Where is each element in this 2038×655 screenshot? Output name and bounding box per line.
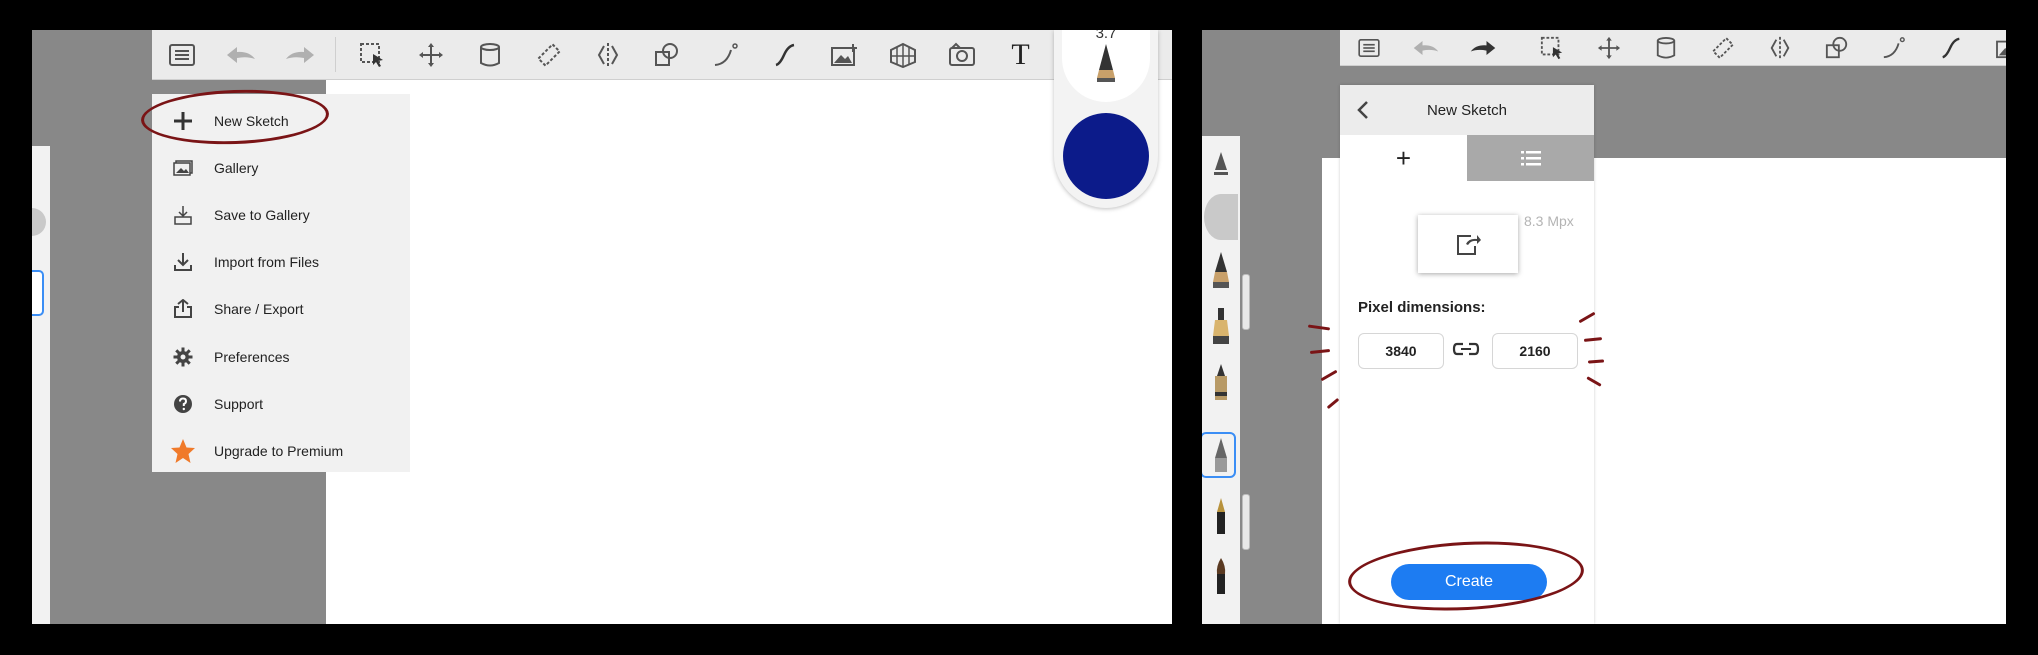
image-icon[interactable] — [814, 30, 873, 80]
brush-preview[interactable]: 3.7 — [1062, 30, 1150, 102]
stroke-icon[interactable] — [1865, 30, 1922, 66]
selection-icon[interactable] — [1523, 30, 1580, 66]
slider-handle[interactable] — [1242, 494, 1250, 550]
brush-size-label: 3.7 — [1095, 30, 1117, 42]
new-sketch-dialog: New Sketch + 8.3 Mpx Pixel dimensions: C… — [1340, 85, 1594, 624]
brush-icon — [1214, 152, 1228, 175]
brush-sidebar — [1202, 136, 1240, 624]
left-screenshot: T New Sketch Gallery Save to Gallery Imp… — [32, 30, 1172, 624]
create-button[interactable]: Create — [1391, 564, 1547, 600]
menu-item-label: Import from Files — [214, 254, 320, 271]
menu-list-icon[interactable] — [152, 30, 211, 80]
dialog-tabs: + — [1340, 135, 1594, 181]
pencil-icon — [1097, 44, 1115, 82]
height-input[interactable] — [1492, 333, 1578, 369]
back-chevron-icon[interactable] — [1356, 100, 1370, 120]
layers-icon[interactable] — [460, 30, 519, 80]
undo-icon[interactable] — [1397, 30, 1454, 66]
menu-item-label: Share / Export — [214, 301, 304, 318]
redo-icon[interactable] — [1454, 30, 1511, 66]
redo-icon[interactable] — [270, 30, 329, 80]
shape-icon[interactable] — [637, 30, 696, 80]
undo-icon[interactable] — [211, 30, 270, 80]
star-icon — [152, 438, 214, 464]
curve-icon[interactable] — [1922, 30, 1979, 66]
selected-brush[interactable] — [1202, 432, 1236, 478]
menu-item-support[interactable]: Support — [152, 380, 410, 427]
drawing-canvas[interactable] — [326, 80, 1172, 624]
list-icon — [1520, 151, 1541, 166]
toolbar-divider — [335, 37, 336, 72]
gallery-icon — [152, 160, 214, 176]
menu-item-label: Upgrade to Premium — [214, 442, 344, 459]
dialog-title: New Sketch — [1426, 101, 1508, 119]
color-swatch[interactable] — [1063, 113, 1149, 199]
transform-icon[interactable] — [1580, 30, 1637, 66]
width-input[interactable] — [1358, 333, 1444, 369]
link-icon[interactable] — [1452, 341, 1480, 357]
right-screenshot: New Sketch + 8.3 Mpx Pixel dimensions: C… — [1202, 30, 2006, 624]
menu-item-new-sketch[interactable]: New Sketch — [152, 97, 410, 144]
dialog-header: New Sketch — [1340, 85, 1594, 135]
shape-icon[interactable] — [1808, 30, 1865, 66]
main-toolbar: T — [152, 30, 1172, 80]
menu-item-label: Preferences — [214, 348, 290, 365]
plus-icon: + — [1395, 142, 1412, 173]
app-menu: New Sketch Gallery Save to Gallery Impor… — [152, 94, 410, 472]
text-tool-icon[interactable]: T — [991, 30, 1050, 80]
orientation-toggle[interactable] — [1418, 215, 1518, 273]
pixel-dimensions-label: Pixel dimensions: — [1358, 299, 1486, 316]
timelapse-icon[interactable] — [932, 30, 991, 80]
brush-sidebar — [32, 146, 50, 624]
image-icon[interactable] — [1979, 30, 2006, 66]
megapixel-label: 8.3 Mpx — [1524, 213, 1574, 229]
layers-icon[interactable] — [1637, 30, 1694, 66]
ruler-icon[interactable] — [1694, 30, 1751, 66]
help-icon — [152, 394, 214, 414]
tab-new[interactable]: + — [1340, 135, 1467, 181]
plus-icon — [152, 111, 214, 131]
marker-icon[interactable] — [1210, 306, 1232, 346]
brush-size-dot[interactable] — [32, 208, 46, 236]
gear-icon — [152, 347, 214, 367]
menu-item-label: New Sketch — [214, 112, 289, 129]
share-icon — [152, 299, 214, 319]
menu-item-upgrade-to-premium[interactable]: Upgrade to Premium — [152, 427, 410, 474]
ruler-icon[interactable] — [519, 30, 578, 80]
selection-icon[interactable] — [342, 30, 401, 80]
slider-handle[interactable] — [1242, 274, 1250, 330]
menu-item-share-export[interactable]: Share / Export — [152, 286, 410, 333]
transform-icon[interactable] — [401, 30, 460, 80]
pen-icon[interactable] — [1210, 362, 1232, 402]
paintbrush-icon[interactable] — [1210, 556, 1232, 596]
stroke-icon[interactable] — [696, 30, 755, 80]
menu-item-label: Gallery — [214, 159, 259, 176]
menu-item-label: Save to Gallery — [214, 206, 310, 223]
perspective-icon[interactable] — [873, 30, 932, 80]
brush-widget[interactable]: 3.7 — [1054, 30, 1158, 208]
pencil-icon[interactable] — [1210, 250, 1232, 290]
ink-pen-icon[interactable] — [1210, 496, 1232, 536]
import-icon — [152, 252, 214, 272]
menu-item-save-to-gallery[interactable]: Save to Gallery — [152, 191, 410, 238]
menu-item-import-from-files[interactable]: Import from Files — [152, 239, 410, 286]
rotate-canvas-icon — [1457, 235, 1481, 255]
selected-brush[interactable] — [32, 270, 44, 316]
tab-presets[interactable] — [1467, 135, 1594, 181]
brush-size-dot[interactable] — [1204, 194, 1238, 240]
menu-item-preferences[interactable]: Preferences — [152, 333, 410, 380]
menu-list-icon[interactable] — [1340, 30, 1397, 66]
save-icon — [152, 205, 214, 225]
symmetry-icon[interactable] — [1751, 30, 1808, 66]
symmetry-icon[interactable] — [578, 30, 637, 80]
menu-item-label: Support — [214, 395, 264, 412]
curve-icon[interactable] — [755, 30, 814, 80]
menu-item-gallery[interactable]: Gallery — [152, 144, 410, 191]
main-toolbar — [1340, 30, 2006, 66]
